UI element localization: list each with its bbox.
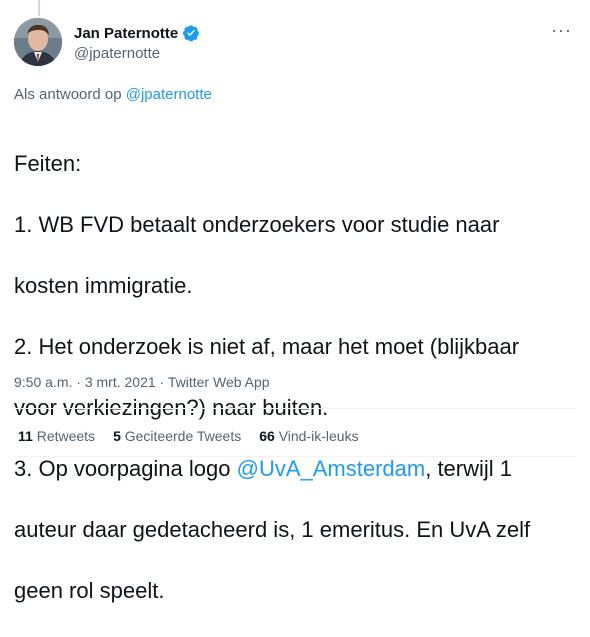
divider <box>14 408 576 409</box>
likes-label: Vind-ik-leuks <box>278 428 359 444</box>
tweet-line-2: 1. WB FVD betaalt onderzoekers voor stud… <box>14 211 500 237</box>
tweet-source-link[interactable]: Twitter Web App <box>168 374 270 390</box>
profile-photo-icon <box>14 18 62 66</box>
reply-context: Als antwoord op @jpaternotte <box>14 86 212 103</box>
author-display-name[interactable]: Jan Paternotte <box>74 25 178 42</box>
display-name-row: Jan Paternotte <box>74 24 200 42</box>
reply-prefix: Als antwoord op <box>14 86 122 103</box>
tweet-line-8: geen rol speelt. <box>14 577 165 603</box>
retweets-stat[interactable]: 11 Retweets <box>18 428 95 444</box>
tweet-date-link[interactable]: 3 mrt. 2021 <box>85 374 156 390</box>
quotes-count: 5 <box>113 428 121 444</box>
tweet-metadata: 9:50 a.m. · 3 mrt. 2021 · Twitter Web Ap… <box>14 374 270 390</box>
retweets-count: 11 <box>18 428 33 444</box>
quote-tweets-stat[interactable]: 5 Geciteerde Tweets <box>113 428 241 444</box>
tweet-time-link[interactable]: 9:50 a.m. <box>14 374 72 390</box>
quotes-label: Geciteerde Tweets <box>124 428 242 444</box>
tweet-header: Jan Paternotte @jpaternotte ··· <box>14 18 576 70</box>
tweet-line-4: 2. Het onderzoek is niet af, maar het mo… <box>14 333 520 359</box>
tweet-line-7: auteur daar gedetacheerd is, 1 emeritus.… <box>14 516 531 542</box>
thread-connector-line <box>38 0 40 16</box>
tweet-line-1: Feiten: <box>14 150 82 176</box>
meta-separator: · <box>72 374 85 390</box>
divider <box>14 456 576 457</box>
reply-mention-link[interactable]: @jpaternotte <box>126 86 212 103</box>
author-info: Jan Paternotte @jpaternotte <box>74 24 200 62</box>
tweet-line-6: 3. Op voorpagina logo @UvA_Amsterdam, te… <box>14 454 574 485</box>
engagement-stats: 11 Retweets 5 Geciteerde Tweets 66 Vind-… <box>18 428 359 444</box>
verified-badge-icon <box>182 24 200 42</box>
tweet-line-3: kosten immigratie. <box>14 272 193 298</box>
tweet-line-6-post: , terwijl 1 <box>425 455 513 481</box>
avatar[interactable] <box>14 18 62 66</box>
retweets-label: Retweets <box>36 428 96 444</box>
likes-stat[interactable]: 66 Vind-ik-leuks <box>259 428 358 444</box>
likes-count: 66 <box>259 428 275 444</box>
tweet-line-6-pre: 3. Op voorpagina logo <box>14 455 237 481</box>
meta-separator: · <box>155 374 168 390</box>
more-options-ellipsis-icon[interactable]: ··· <box>551 20 572 41</box>
uva-mention-link[interactable]: @UvA_Amsterdam <box>237 456 426 481</box>
author-handle[interactable]: @jpaternotte <box>74 45 200 62</box>
